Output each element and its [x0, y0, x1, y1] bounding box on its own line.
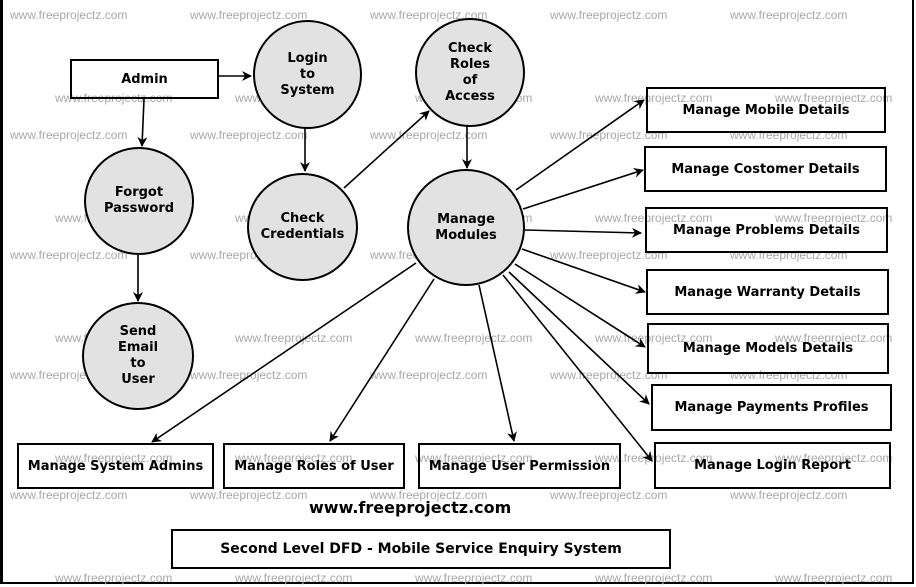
process-manage-modules: Manage Modules — [407, 169, 525, 286]
entity-manage-problems-details: Manage Problems Details — [645, 207, 888, 253]
arrow-modules-to-warranty — [521, 248, 646, 294]
entity-manage-system-admins: Manage System Admins — [17, 443, 214, 489]
dfd-canvas: www.freeprojectz.com www.freeprojectz.com… — [0, 0, 916, 587]
arrow-admin-to-forgot-password — [137, 98, 148, 147]
entity-manage-roles-of-user: Manage Roles of User — [223, 443, 405, 489]
process-login-to-system: Login to System — [253, 20, 362, 129]
process-check-credentials: Check Credentials — [247, 173, 358, 281]
arrow-modules-to-payments — [508, 271, 650, 405]
process-check-roles-of-access: Check Roles of Access — [415, 18, 525, 127]
arrow-modules-to-login-report — [502, 274, 653, 462]
arrow-modules-to-user-permission — [478, 284, 517, 442]
entity-manage-payments-profiles: Manage Payments Profiles — [651, 384, 892, 431]
arrow-modules-to-costomer — [522, 168, 644, 210]
entity-manage-models-details: Manage Models Details — [647, 323, 889, 374]
arrow-check-credentials-to-check-roles — [343, 110, 430, 189]
entity-manage-user-permission: Manage User Permission — [418, 443, 621, 489]
entity-manage-mobile-details: Manage Mobile Details — [646, 87, 886, 133]
diagram-title: Second Level DFD - Mobile Service Enquir… — [171, 529, 671, 569]
entity-admin: Admin — [70, 59, 219, 99]
process-send-email-to-user: Send Email to User — [82, 302, 194, 410]
entity-manage-login-report: Manage Login Report — [654, 442, 891, 489]
process-forgot-password: Forgot Password — [84, 147, 194, 255]
arrow-modules-to-models — [514, 263, 646, 348]
arrow-modules-to-problems — [524, 227, 642, 238]
entity-manage-costomer-details: Manage Costomer Details — [644, 146, 887, 192]
entity-manage-warranty-details: Manage Warranty Details — [646, 269, 889, 315]
website-label: www.freeprojectz.com — [309, 498, 512, 517]
arrow-modules-to-roles-of-user — [329, 278, 435, 442]
